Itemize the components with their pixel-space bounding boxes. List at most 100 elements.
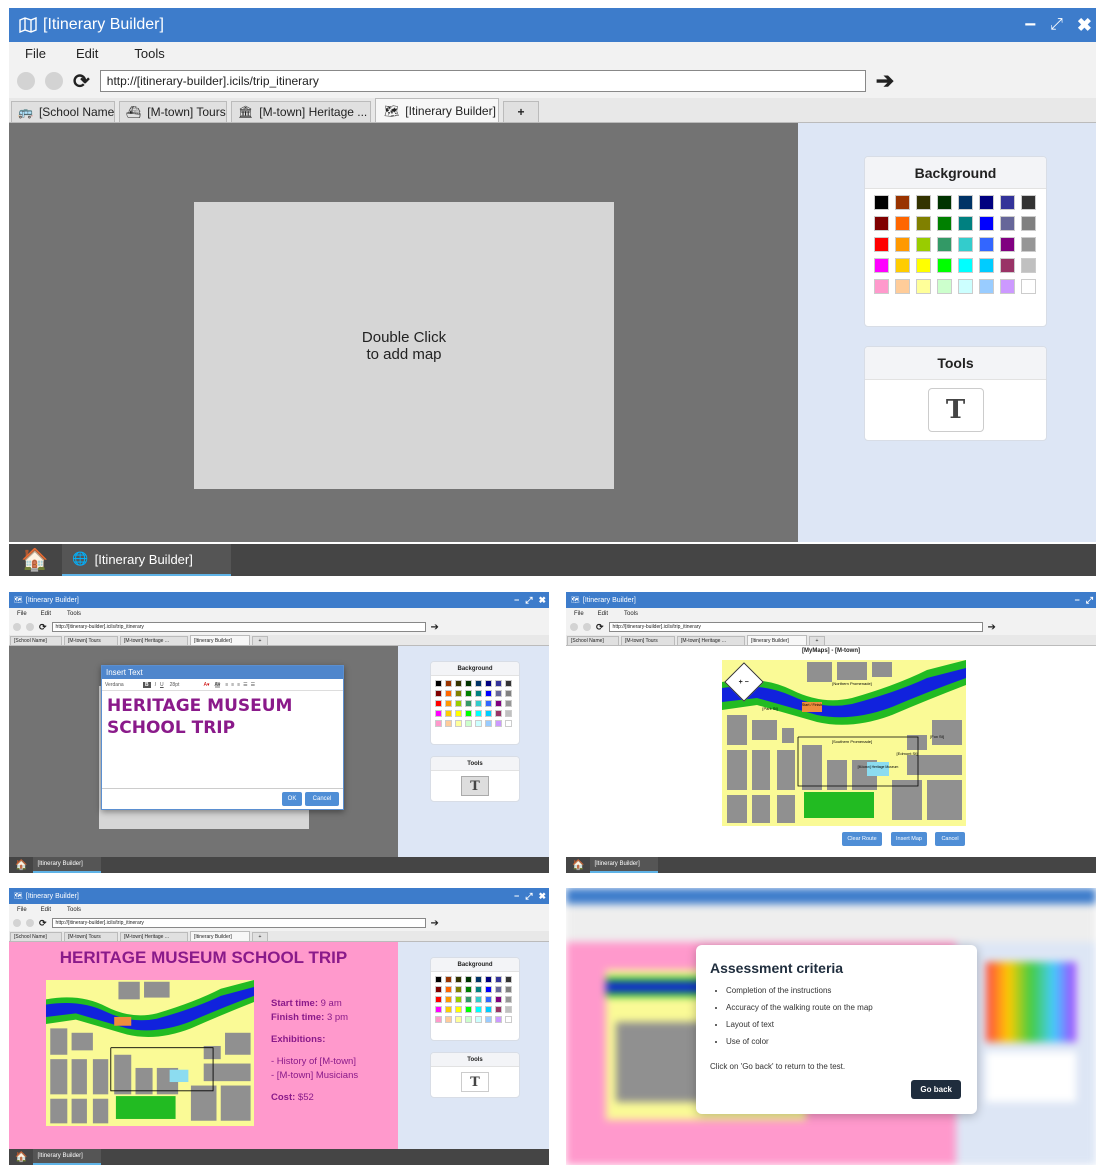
color-swatch[interactable]	[474, 719, 483, 728]
color-swatch[interactable]	[464, 680, 473, 688]
color-swatch[interactable]	[484, 976, 493, 984]
close-button[interactable]: ✖	[538, 595, 546, 606]
tab-mtown-tours[interactable]: [M-town] Tours	[64, 932, 118, 941]
color-swatch[interactable]	[874, 216, 889, 231]
forward-icon[interactable]	[26, 623, 34, 631]
refresh-icon[interactable]: ⟳	[39, 622, 47, 633]
color-swatch[interactable]	[1021, 258, 1036, 273]
color-swatch[interactable]	[444, 985, 453, 994]
color-swatch[interactable]	[937, 195, 952, 210]
color-swatch[interactable]	[494, 680, 503, 688]
forward-icon[interactable]	[45, 72, 63, 90]
color-swatch[interactable]	[435, 709, 443, 718]
color-swatch[interactable]	[916, 237, 931, 252]
menu-file[interactable]: File	[17, 907, 27, 913]
go-arrow-icon[interactable]: ➔	[431, 918, 439, 929]
color-swatch[interactable]	[1000, 279, 1015, 294]
tab-mtown-heritage[interactable]: [M-town] Heritage ...	[677, 636, 745, 645]
color-swatch[interactable]	[979, 279, 994, 294]
url-field[interactable]: http://[itinerary-builder].icils/trip_it…	[608, 622, 983, 632]
map-placeholder[interactable]: Double Click to add map	[194, 202, 614, 489]
color-swatch[interactable]	[474, 680, 483, 688]
color-swatch[interactable]	[895, 279, 910, 294]
color-swatch[interactable]	[444, 995, 453, 1004]
color-swatch[interactable]	[916, 216, 931, 231]
color-swatch[interactable]	[504, 689, 513, 698]
color-swatch[interactable]	[916, 195, 931, 210]
color-swatch[interactable]	[444, 689, 453, 698]
go-arrow-icon[interactable]: ➔	[876, 68, 894, 94]
color-swatch[interactable]	[504, 1015, 513, 1024]
menu-file[interactable]: File	[25, 46, 46, 61]
text-editor[interactable]: HERITAGE MUSEUM SCHOOL TRIP	[102, 691, 343, 789]
color-swatch[interactable]	[874, 258, 889, 273]
color-swatch[interactable]	[454, 985, 463, 994]
size-select[interactable]: 28pt	[170, 682, 204, 688]
menu-file[interactable]: File	[574, 611, 584, 617]
insert-map-button[interactable]: Insert Map	[891, 832, 927, 846]
color-swatch[interactable]	[464, 1005, 473, 1014]
color-swatch[interactable]	[454, 1005, 463, 1014]
color-swatch[interactable]	[454, 709, 463, 718]
color-swatch[interactable]	[444, 976, 453, 984]
color-swatch[interactable]	[874, 237, 889, 252]
tab-itinerary-builder[interactable]: [Itinerary Builder]	[190, 931, 250, 941]
taskbar-item[interactable]: 🌐 [Itinerary Builder]	[62, 544, 231, 576]
home-icon[interactable]: 🏠	[21, 547, 48, 573]
color-swatch[interactable]	[454, 719, 463, 728]
font-select[interactable]: Verdana	[105, 682, 143, 688]
bold-button[interactable]: B	[143, 681, 151, 688]
back-icon[interactable]	[17, 72, 35, 90]
tab-mtown-heritage[interactable]: [M-town] Heritage ...	[120, 636, 188, 645]
maximize-button[interactable]: ⤢	[1050, 16, 1063, 34]
color-swatch[interactable]	[484, 709, 493, 718]
go-arrow-icon[interactable]: ➔	[431, 622, 439, 633]
tab-itinerary-builder[interactable]: 🗺 [Itinerary Builder]	[375, 98, 499, 122]
align-center-icon[interactable]: ≡	[231, 682, 234, 688]
color-swatch[interactable]	[454, 699, 463, 708]
color-swatch[interactable]	[454, 976, 463, 984]
text-tool-button[interactable]: T	[461, 1072, 489, 1092]
tab-mtown-tours[interactable]: ⛴ [M-town] Tours	[119, 101, 227, 122]
color-swatch[interactable]	[464, 719, 473, 728]
color-swatch[interactable]	[464, 995, 473, 1004]
color-swatch[interactable]	[979, 216, 994, 231]
color-swatch[interactable]	[474, 1005, 483, 1014]
color-swatch[interactable]	[435, 699, 443, 708]
cancel-button[interactable]: Cancel	[305, 792, 339, 806]
back-icon[interactable]	[570, 623, 578, 631]
home-icon[interactable]: 🏠	[15, 1152, 27, 1163]
new-tab-button[interactable]: +	[252, 932, 268, 941]
color-swatch[interactable]	[454, 995, 463, 1004]
minimize-button[interactable]: −	[514, 595, 519, 605]
color-swatch[interactable]	[937, 237, 952, 252]
close-button[interactable]: ✖	[538, 891, 546, 902]
close-button[interactable]: ✖	[1077, 15, 1092, 36]
color-swatch[interactable]	[474, 699, 483, 708]
color-swatch[interactable]	[874, 279, 889, 294]
text-tool-button[interactable]: T	[927, 388, 984, 432]
color-swatch[interactable]	[1021, 195, 1036, 210]
tab-school-name[interactable]: [School Name]	[10, 636, 62, 645]
color-swatch[interactable]	[504, 976, 513, 984]
color-swatch[interactable]	[874, 195, 889, 210]
color-swatch[interactable]	[1021, 216, 1036, 231]
home-icon[interactable]: 🏠	[15, 860, 27, 871]
color-swatch[interactable]	[504, 699, 513, 708]
color-swatch[interactable]	[464, 976, 473, 984]
color-swatch[interactable]	[504, 985, 513, 994]
tab-mtown-tours[interactable]: [M-town] Tours	[621, 636, 675, 645]
color-swatch[interactable]	[958, 216, 973, 231]
refresh-icon[interactable]: ⟳	[73, 69, 90, 94]
new-tab-button[interactable]: +	[252, 636, 268, 645]
color-swatch[interactable]	[494, 699, 503, 708]
color-swatch[interactable]	[494, 709, 503, 718]
color-swatch[interactable]	[435, 976, 443, 984]
font-color-icon[interactable]: A▾	[204, 682, 210, 688]
color-swatch[interactable]	[504, 709, 513, 718]
text-tool-button[interactable]: T	[461, 776, 489, 796]
color-swatch[interactable]	[958, 237, 973, 252]
town-map[interactable]: [Northern Promenade] [Southern Promenade…	[722, 660, 966, 826]
color-swatch[interactable]	[504, 1005, 513, 1014]
color-swatch[interactable]	[1000, 258, 1015, 273]
